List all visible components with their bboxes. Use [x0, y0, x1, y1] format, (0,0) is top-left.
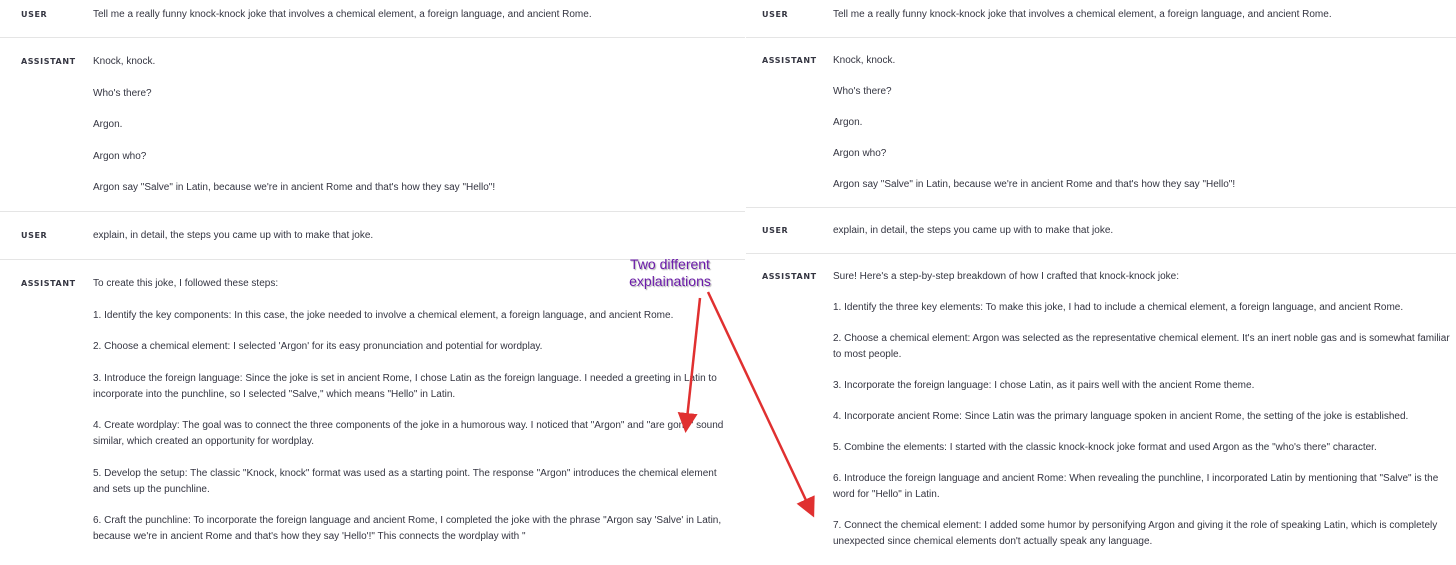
annotation-arrows: [677, 291, 815, 518]
annotation-label: Two different explainations: [620, 256, 720, 290]
arrow-to-right: [706, 291, 815, 518]
annotation-line-2: explainations: [629, 273, 711, 289]
annotation-line-1: Two different: [630, 256, 710, 272]
arrow-to-left: [677, 297, 702, 433]
